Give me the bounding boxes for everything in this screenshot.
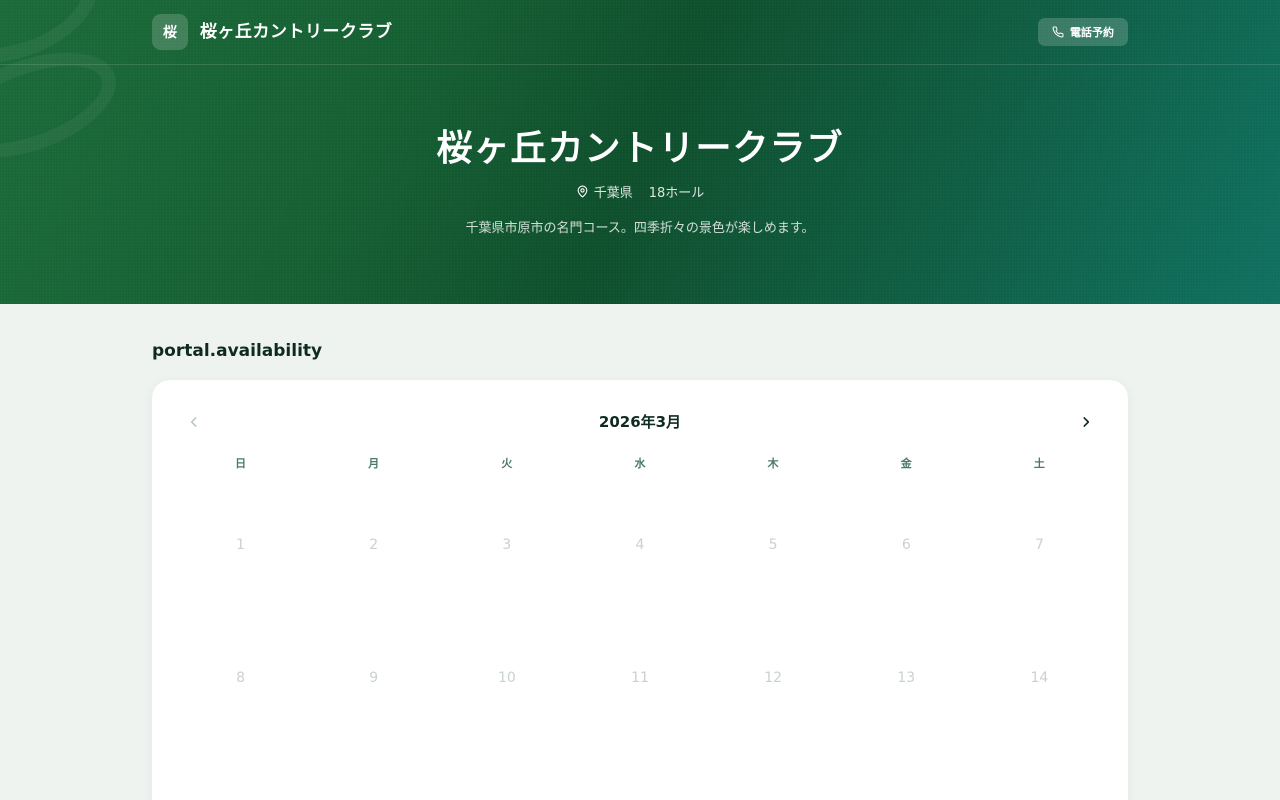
course-description: 千葉県市原市の名門コース。四季折々の景色が楽しめます。 xyxy=(465,221,815,236)
prefecture-label: 千葉県 xyxy=(593,185,633,201)
holes-label: 18ホール xyxy=(648,185,705,201)
weekday-fri: 金 xyxy=(900,457,912,470)
chevron-right-icon xyxy=(1083,417,1090,427)
calendar-day: 13 xyxy=(897,669,916,686)
calendar-day: 6 xyxy=(901,536,911,553)
brand-name[interactable]: 桜ヶ丘カントリークラブ xyxy=(200,20,393,44)
map-pin-icon xyxy=(577,185,588,197)
calendar-day: 1 xyxy=(236,536,246,553)
phone-icon xyxy=(1052,26,1064,38)
weekday-wed: 水 xyxy=(634,457,646,470)
calendar-day: 14 xyxy=(1030,669,1049,686)
top-navbar: 桜 桜ヶ丘カントリークラブ 電話予約 xyxy=(0,0,1280,65)
availability-calendar: 2026年3月 日 月 火 水 木 金 土 1 2 3 4 5 6 7 8 9 … xyxy=(152,380,1128,800)
course-location: 千葉県 xyxy=(576,182,633,201)
logo[interactable]: 桜 xyxy=(152,14,188,50)
calendar-day: 12 xyxy=(764,669,783,686)
course-meta: 千葉県 18ホール xyxy=(0,181,1280,201)
next-month-button[interactable] xyxy=(1074,410,1098,434)
weekday-sat: 土 xyxy=(1033,457,1045,470)
course-title: 桜ヶ丘カントリークラブ xyxy=(436,128,844,169)
calendar-day: 5 xyxy=(768,536,778,553)
calendar-day: 8 xyxy=(236,669,246,686)
weekday-tue: 火 xyxy=(501,457,513,470)
weekday-header: 日 月 火 水 木 金 土 xyxy=(174,454,1106,474)
calendar-day: 3 xyxy=(502,536,512,553)
month-label: 2026年3月 xyxy=(598,413,682,431)
calendar-day: 2 xyxy=(369,536,379,553)
calendar-day: 9 xyxy=(369,669,379,686)
calendar-day: 10 xyxy=(497,669,516,686)
hero-banner: 桜 桜ヶ丘カントリークラブ 電話予約 桜ヶ丘カントリークラブ 千葉県 18ホール… xyxy=(0,0,1280,304)
calendar-day: 7 xyxy=(1034,536,1044,553)
phone-reservation-button[interactable]: 電話予約 xyxy=(1038,18,1128,46)
weekday-sun: 日 xyxy=(235,457,247,470)
availability-section-title: portal.availability xyxy=(152,341,323,361)
weekday-thu: 木 xyxy=(767,457,779,470)
phone-button-label: 電話予約 xyxy=(1070,26,1114,39)
calendar-day: 4 xyxy=(635,536,645,553)
weekday-mon: 月 xyxy=(368,457,380,470)
calendar-day: 11 xyxy=(631,669,649,686)
calendar-days-grid: 1 2 3 4 5 6 7 8 9 10 11 12 13 14 xyxy=(174,478,1106,744)
